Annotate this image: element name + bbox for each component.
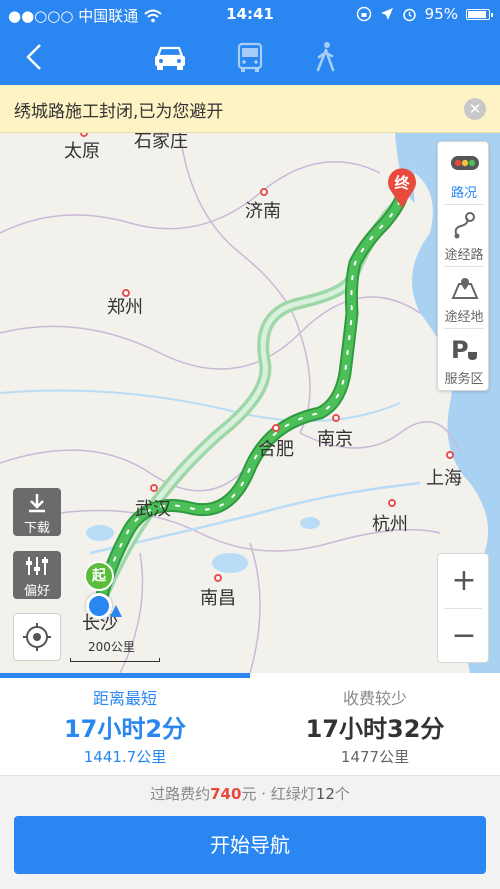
city-label-nanjing: 南京 xyxy=(317,429,353,450)
toll-prefix: 过路费约 xyxy=(150,785,211,803)
route-waypoint-icon xyxy=(454,212,475,239)
locate-me-button[interactable] xyxy=(13,613,61,661)
start-marker-label: 起 xyxy=(92,568,106,584)
status-bar: ●●○○○ 中国联通 14:41 95% xyxy=(0,0,500,30)
map-location-icon xyxy=(451,278,479,299)
traffic-toggle[interactable]: 路况 xyxy=(438,142,490,204)
toll-amount: 740 xyxy=(210,785,242,803)
selected-indicator xyxy=(0,673,250,678)
route-label: 收费较少 xyxy=(342,689,407,708)
map-tool-panel: 路况 途经路 途经地 P 服务区 xyxy=(437,141,489,391)
scale-label: 200公里 xyxy=(88,640,135,654)
lights-unit: 个 xyxy=(334,785,350,803)
close-notice-button[interactable]: ✕ xyxy=(464,98,486,120)
summary-separator: · xyxy=(256,785,271,803)
crosshair-icon xyxy=(23,623,51,651)
route-option-low-toll[interactable]: 收费较少 17小时32分 1477公里 xyxy=(250,673,500,776)
city-dot-wuhan xyxy=(150,484,158,492)
chevron-left-icon xyxy=(26,44,41,70)
city-label-shanghai: 上海 xyxy=(426,468,462,489)
start-navigation-button[interactable]: 开始导航 xyxy=(14,816,486,874)
rotation-lock-icon xyxy=(356,6,371,22)
preference-button[interactable]: 偏好 xyxy=(13,551,61,599)
route-time: 17小时32分 xyxy=(305,715,445,743)
road-notice-bar: 绣城路施工封闭,已为您避开 ✕ xyxy=(0,85,500,133)
route-option-shortest[interactable]: 距离最短 17小时2分 1441.7公里 xyxy=(0,673,250,776)
traffic-label: 路况 xyxy=(450,186,477,201)
via-place-label: 途经地 xyxy=(444,310,484,325)
city-label-nanchang: 南昌 xyxy=(200,588,236,609)
current-location-marker xyxy=(86,593,112,619)
city-label-taiyuan: 太原 xyxy=(64,141,100,162)
end-marker-label: 终 xyxy=(394,174,410,192)
mode-car-tab[interactable] xyxy=(150,40,190,74)
route-distance: 1477公里 xyxy=(340,748,410,766)
zoom-out-button[interactable]: − xyxy=(438,609,490,663)
route-distance: 1441.7公里 xyxy=(83,748,167,766)
city-dot-hefei xyxy=(272,424,280,432)
city-label-hangzhou: 杭州 xyxy=(372,514,408,535)
scale-bar xyxy=(70,658,160,662)
bus-icon xyxy=(237,42,263,72)
via-place-button[interactable]: 途经地 xyxy=(438,266,490,328)
battery-percent: 95% xyxy=(424,5,458,23)
end-marker[interactable]: 终 xyxy=(386,167,418,209)
battery-icon xyxy=(466,8,493,20)
zoom-in-button[interactable]: + xyxy=(438,554,490,608)
mode-walk-tab[interactable] xyxy=(305,40,345,74)
preference-label: 偏好 xyxy=(23,584,50,599)
city-dot-nanjing xyxy=(332,414,340,422)
route-summary: 过路费约740元 · 红绿灯12个 xyxy=(0,776,500,812)
svg-text:P: P xyxy=(451,336,469,364)
road-notice-text: 绣城路施工封闭,已为您避开 xyxy=(14,102,224,122)
heading-arrow-icon xyxy=(110,605,122,617)
traffic-light-icon xyxy=(451,156,479,170)
city-label-shijiazhuang: 石家庄 xyxy=(134,133,188,152)
service-area-button[interactable]: P 服务区 xyxy=(438,328,490,390)
close-icon: ✕ xyxy=(468,100,482,118)
walking-person-icon xyxy=(316,42,335,72)
toll-unit: 元 xyxy=(241,785,257,803)
city-dot-hangzhou xyxy=(388,499,396,507)
sliders-icon xyxy=(26,557,48,575)
download-label: 下载 xyxy=(23,521,50,536)
city-dot-nanchang xyxy=(214,574,222,582)
route-time: 17小时2分 xyxy=(63,715,187,743)
lights-prefix: 红绿灯 xyxy=(270,785,316,803)
route-label: 距离最短 xyxy=(92,689,157,708)
alarm-icon xyxy=(402,8,416,21)
waypoint-road-button[interactable]: 途经路 xyxy=(438,204,490,266)
back-button[interactable] xyxy=(18,40,52,74)
city-dot-jinan xyxy=(260,188,268,196)
city-label-jinan: 济南 xyxy=(245,201,281,222)
service-area-label: 服务区 xyxy=(444,372,484,387)
lights-count: 12 xyxy=(315,785,335,803)
car-icon xyxy=(155,46,185,70)
start-marker[interactable]: 起 xyxy=(84,561,114,591)
download-button[interactable]: 下载 xyxy=(13,488,61,536)
zoom-control: + − xyxy=(437,553,489,663)
mode-bus-tab[interactable] xyxy=(230,40,270,74)
download-icon xyxy=(29,494,45,513)
parking-coffee-icon: P xyxy=(451,336,477,364)
city-label-hefei: 合肥 xyxy=(258,439,294,460)
location-arrow-icon xyxy=(380,8,393,20)
map-view[interactable]: 太原 石家庄 济南 郑州 南京 合肥 上海 武汉 杭州 南昌 长沙 终 起 路况 xyxy=(0,133,500,673)
nav-header xyxy=(0,30,500,85)
city-label-zhengzhou: 郑州 xyxy=(107,297,143,318)
waypoint-road-label: 途经路 xyxy=(444,248,484,263)
route-options: 距离最短 17小时2分 1441.7公里 收费较少 17小时32分 1477公里 xyxy=(0,673,500,776)
city-dot-shanghai xyxy=(446,451,454,459)
city-label-wuhan: 武汉 xyxy=(135,499,171,520)
